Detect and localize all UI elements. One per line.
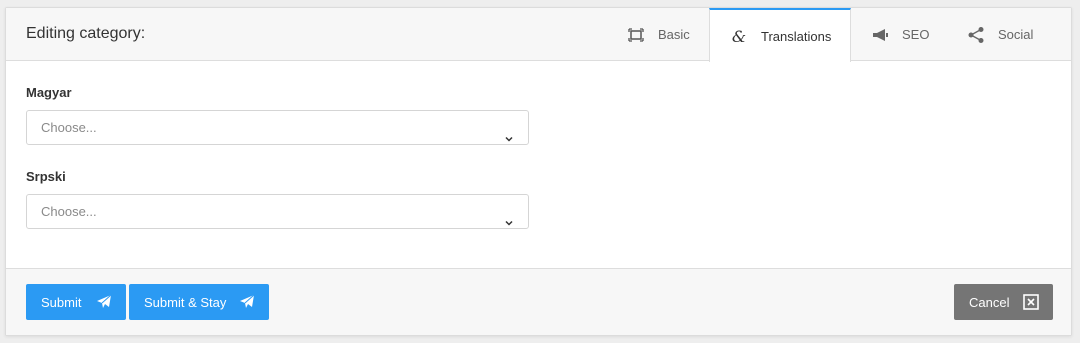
share-icon: [966, 25, 986, 45]
page-title: Editing category:: [26, 25, 146, 42]
field-label-srpski: Srpski: [26, 169, 66, 184]
tab-translations[interactable]: & Translations: [709, 8, 851, 62]
tab-social[interactable]: Social: [966, 8, 1046, 61]
tab-basic[interactable]: Basic: [626, 8, 721, 61]
submit-label: Submit: [41, 294, 82, 310]
srpski-select[interactable]: Choose...: [26, 194, 529, 229]
select-placeholder: Choose...: [41, 204, 97, 219]
submit-button[interactable]: Submit: [26, 284, 126, 320]
tab-label: SEO: [902, 27, 930, 42]
tab-label: Basic: [658, 27, 690, 42]
select-placeholder: Choose...: [41, 120, 97, 135]
ampersand-icon: &: [731, 26, 747, 46]
tab-label: Social: [998, 27, 1034, 42]
cancel-button[interactable]: Cancel: [954, 284, 1053, 320]
tab-seo[interactable]: SEO: [870, 8, 940, 61]
megaphone-icon: [870, 25, 890, 45]
tab-label: Translations: [761, 28, 832, 44]
frame-icon: [626, 25, 646, 45]
paper-plane-icon: [96, 294, 112, 310]
close-box-icon: [1023, 294, 1039, 310]
chevron-down-icon: [504, 123, 514, 142]
magyar-select[interactable]: Choose...: [26, 110, 529, 145]
submit-stay-label: Submit & Stay: [144, 294, 227, 310]
edit-category-card: Editing category: Basic & Translations S: [5, 7, 1072, 336]
card-header: Editing category: Basic & Translations S: [6, 8, 1071, 62]
submit-stay-button[interactable]: Submit & Stay: [129, 284, 269, 320]
chevron-down-icon: [504, 207, 514, 226]
field-label-magyar: Magyar: [26, 85, 72, 100]
cancel-label: Cancel: [969, 294, 1010, 310]
paper-plane-icon: [239, 294, 255, 310]
form-body: Magyar Choose... Srpski Choose...: [6, 62, 1071, 270]
card-footer: Submit Submit & Stay Cancel: [6, 268, 1071, 335]
